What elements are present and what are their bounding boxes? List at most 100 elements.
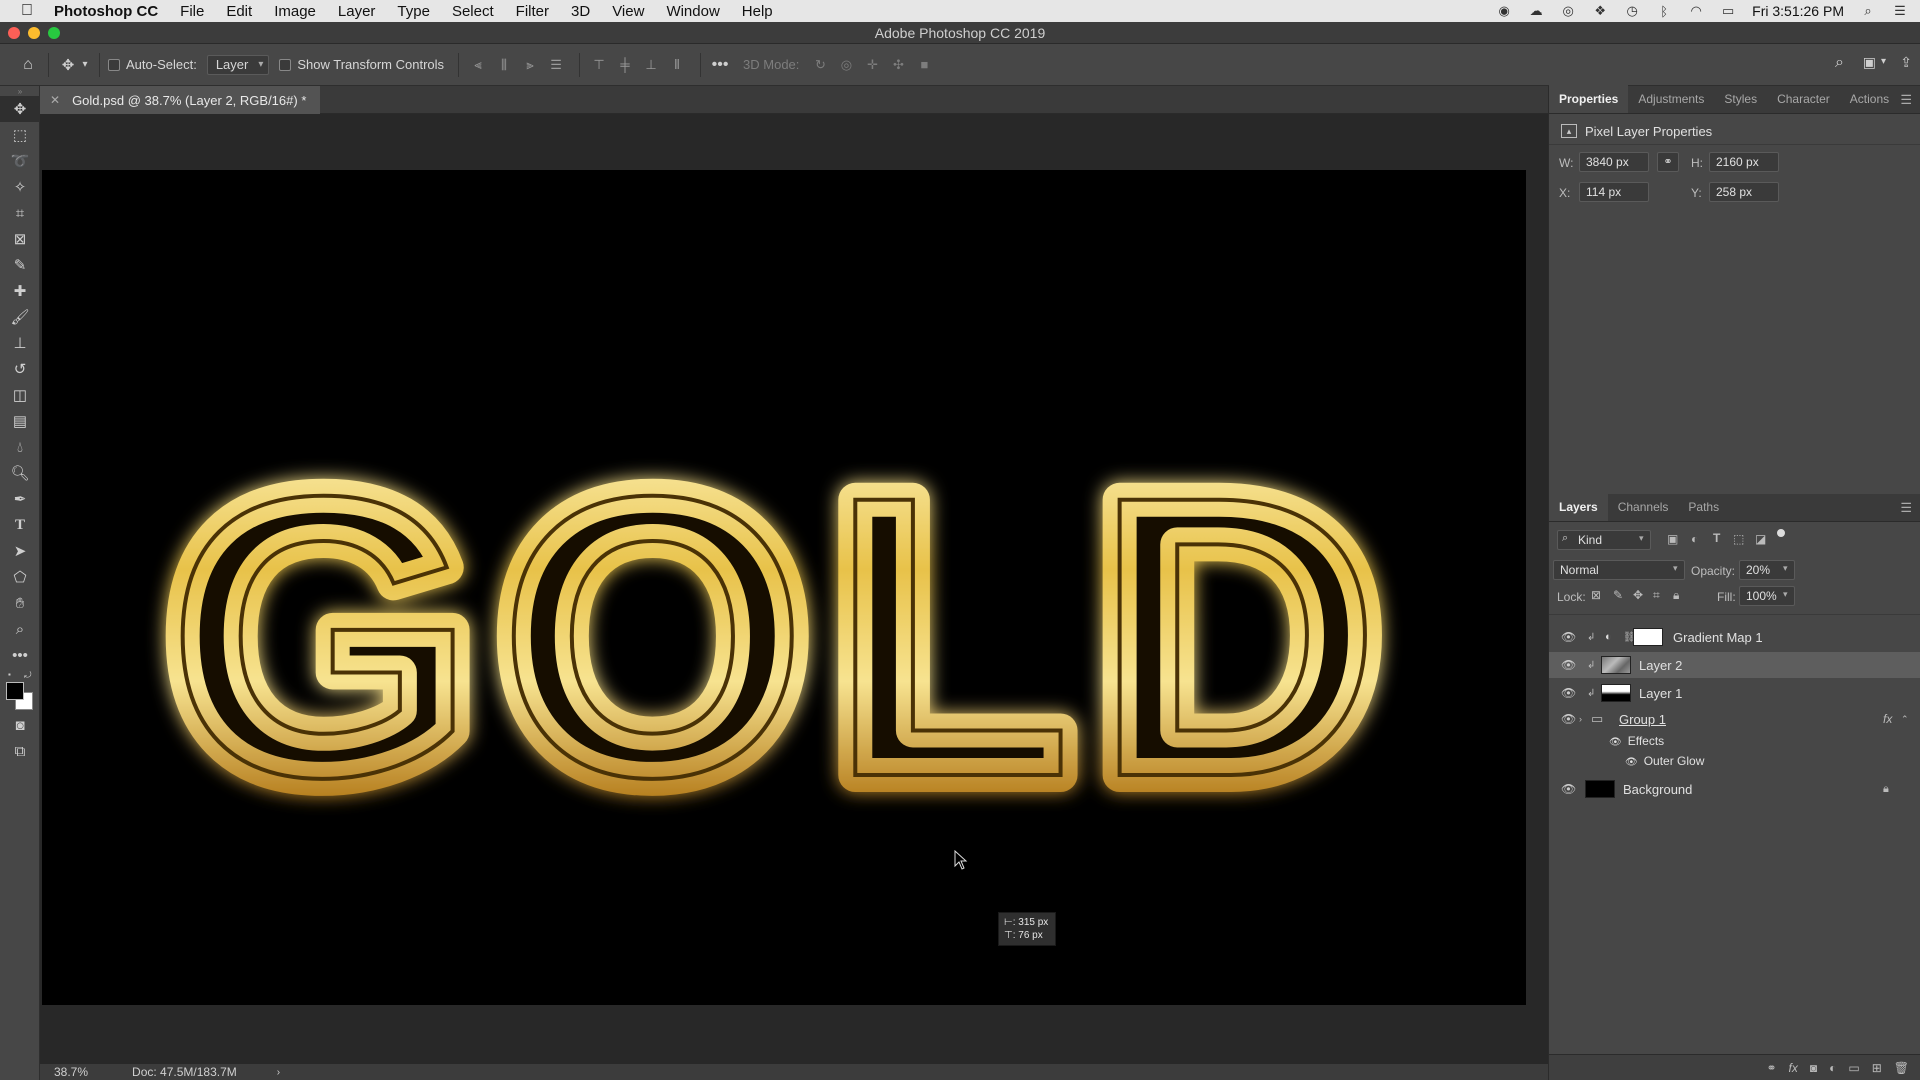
lock-all-icon[interactable]: 🔒︎ — [1673, 588, 1679, 603]
bluetooth-icon[interactable]: ᛒ — [1656, 4, 1672, 19]
chevron-right-icon[interactable]: › — [277, 1067, 280, 1078]
filter-toggle-icon[interactable] — [1777, 529, 1785, 537]
magic-wand-tool-icon[interactable]: ✧ — [0, 174, 40, 200]
blend-mode-dropdown[interactable]: Normal — [1553, 560, 1685, 580]
edit-toolbar-icon[interactable]: ••• — [0, 642, 40, 668]
foreground-color-swatch[interactable] — [6, 682, 24, 700]
layer-filter-dropdown[interactable]: Kind — [1557, 530, 1651, 550]
visibility-eye-icon[interactable]: 👁︎ — [1561, 782, 1576, 796]
lasso-tool-icon[interactable]: ➰ — [0, 148, 40, 174]
close-tab-icon[interactable]: ✕ — [50, 93, 60, 107]
layer-mask-thumbnail[interactable] — [1633, 628, 1663, 646]
layer-row-layer-1[interactable]: 👁︎ ↲ Layer 1 — [1549, 680, 1920, 706]
delete-layer-icon[interactable]: 🗑︎ — [1894, 1061, 1909, 1075]
airplay-icon[interactable]: ▭ — [1720, 3, 1736, 18]
layer-name[interactable]: Background — [1623, 782, 1692, 797]
layer-row-gradient-map[interactable]: 👁︎ ↲ ◐ ⛓︎ Gradient Map 1 — [1549, 624, 1920, 650]
zoom-window-button[interactable] — [48, 27, 60, 39]
menu-edit[interactable]: Edit — [226, 3, 252, 20]
dropbox-icon[interactable]: ❖ — [1592, 3, 1608, 18]
filter-shape-icon[interactable]: ⬚ — [1733, 532, 1744, 546]
lock-position-icon[interactable]: ✥ — [1633, 588, 1643, 602]
distribute-horizontal-icon[interactable]: ⫴ — [666, 54, 688, 76]
tab-properties[interactable]: Properties — [1549, 85, 1629, 113]
document-workspace[interactable]: GOLD GOLD ⊢: 315 px ⊤: 76 px — [40, 114, 1548, 1064]
align-vertical-centers-icon[interactable]: ╪ — [614, 54, 636, 76]
wifi-icon[interactable]: ◠ — [1688, 3, 1704, 18]
3d-slide-icon[interactable]: ✣ — [887, 54, 909, 76]
3d-orbit-icon[interactable]: ↻ — [809, 54, 831, 76]
visibility-eye-icon[interactable]: 👁︎ — [1561, 686, 1576, 700]
collapse-toolbar-icon[interactable]: » — [0, 86, 40, 96]
visibility-eye-icon[interactable]: 👁︎ — [1609, 737, 1622, 748]
auto-select-checkbox[interactable] — [108, 58, 120, 71]
brush-tool-icon[interactable]: 🖌︎ — [0, 304, 40, 330]
align-top-edges-icon[interactable]: ⊤ — [588, 54, 610, 76]
tab-channels[interactable]: Channels — [1608, 493, 1679, 521]
link-dimensions-icon[interactable]: ⚭ — [1657, 152, 1679, 172]
tab-styles[interactable]: Styles — [1714, 85, 1767, 113]
new-layer-icon[interactable]: ⊞ — [1872, 1061, 1882, 1075]
menu-image[interactable]: Image — [274, 3, 316, 20]
menu-3d[interactable]: 3D — [571, 3, 590, 20]
tab-character[interactable]: Character — [1767, 85, 1840, 113]
document-tab[interactable]: ✕ Gold.psd @ 38.7% (Layer 2, RGB/16#) * — [40, 86, 321, 114]
link-layers-icon[interactable]: ⚭ — [1766, 1061, 1776, 1075]
layer-row-group-1[interactable]: 👁︎ › ▭ Group 1 fx ⌃ — [1549, 706, 1920, 732]
visibility-eye-icon[interactable]: 👁︎ — [1561, 712, 1576, 726]
spotlight-search-icon[interactable]: ⌕ — [1860, 3, 1876, 18]
swap-colors-icon[interactable]: ⤾ — [24, 670, 32, 681]
chevron-down-icon[interactable]: ▾ — [1881, 56, 1886, 67]
close-window-button[interactable] — [8, 27, 20, 39]
cloud-icon[interactable]: ☁ — [1528, 3, 1544, 18]
frame-tool-icon[interactable]: ⊠ — [0, 226, 40, 252]
zoom-level[interactable]: 38.7% — [54, 1065, 88, 1079]
clock[interactable]: Fri 3:51:26 PM — [1752, 3, 1844, 19]
chevron-down-icon[interactable]: ▾ — [1783, 589, 1788, 600]
3d-roll-icon[interactable]: ◎ — [835, 54, 857, 76]
height-field[interactable]: 2160 px — [1709, 152, 1779, 172]
marquee-tool-icon[interactable]: ⬚ — [0, 122, 40, 148]
layer-thumbnail[interactable] — [1601, 656, 1631, 674]
auto-select-dropdown[interactable]: Layer — [206, 54, 270, 75]
record-icon[interactable]: ◉ — [1496, 3, 1512, 18]
menu-file[interactable]: File — [180, 3, 204, 20]
eyedropper-tool-icon[interactable]: ✎ — [0, 252, 40, 278]
move-tool-preset-icon[interactable]: ✥ — [57, 52, 79, 78]
tab-actions[interactable]: Actions — [1840, 85, 1899, 113]
minimize-window-button[interactable] — [28, 27, 40, 39]
shape-tool-icon[interactable]: ⬠ — [0, 564, 40, 590]
workspace-icon[interactable]: ▣ — [1863, 54, 1876, 71]
menu-filter[interactable]: Filter — [516, 3, 549, 20]
visibility-eye-icon[interactable]: 👁︎ — [1561, 658, 1576, 672]
document-canvas[interactable]: GOLD GOLD ⊢: 315 px ⊤: 76 px — [42, 170, 1526, 1005]
notification-center-icon[interactable]: ☰ — [1892, 3, 1908, 18]
crop-tool-icon[interactable]: ⌗ — [0, 200, 40, 226]
blur-tool-icon[interactable]: 💧︎ — [0, 434, 40, 460]
show-transform-controls-checkbox[interactable] — [279, 58, 292, 71]
creative-cloud-icon[interactable]: ◎ — [1560, 3, 1576, 18]
tab-layers[interactable]: Layers — [1549, 493, 1608, 521]
new-group-icon[interactable]: ▭ — [1848, 1061, 1859, 1075]
menu-layer[interactable]: Layer — [338, 3, 376, 20]
pen-tool-icon[interactable]: ✒ — [0, 486, 40, 512]
chevron-down-icon[interactable]: ▾ — [79, 52, 91, 78]
panel-menu-icon[interactable]: ☰ — [1900, 500, 1912, 516]
tab-adjustments[interactable]: Adjustments — [1628, 85, 1714, 113]
layer-thumbnail[interactable] — [1585, 780, 1615, 798]
quick-mask-icon[interactable]: ◙ — [0, 712, 40, 738]
doc-info[interactable]: Doc: 47.5M/183.7M — [132, 1065, 237, 1079]
menu-window[interactable]: Window — [666, 3, 719, 20]
move-tool-icon[interactable]: ✥ — [0, 96, 40, 122]
clone-stamp-tool-icon[interactable]: ⊥ — [0, 330, 40, 356]
layer-thumbnail[interactable] — [1601, 684, 1631, 702]
panel-menu-icon[interactable]: ☰ — [1900, 92, 1912, 108]
dodge-tool-icon[interactable]: 🔍︎ — [0, 460, 40, 486]
share-icon[interactable]: ⇪ — [1900, 54, 1912, 71]
healing-brush-tool-icon[interactable]: ✚ — [0, 278, 40, 304]
layer-row-layer-2[interactable]: 👁︎ ↲ Layer 2 — [1549, 652, 1920, 678]
menu-type[interactable]: Type — [397, 3, 430, 20]
filter-adjustment-icon[interactable]: ◐ — [1691, 532, 1698, 546]
align-horizontal-centers-icon[interactable]: ⫼ — [493, 54, 515, 76]
layer-name[interactable]: Group 1 — [1619, 712, 1666, 727]
